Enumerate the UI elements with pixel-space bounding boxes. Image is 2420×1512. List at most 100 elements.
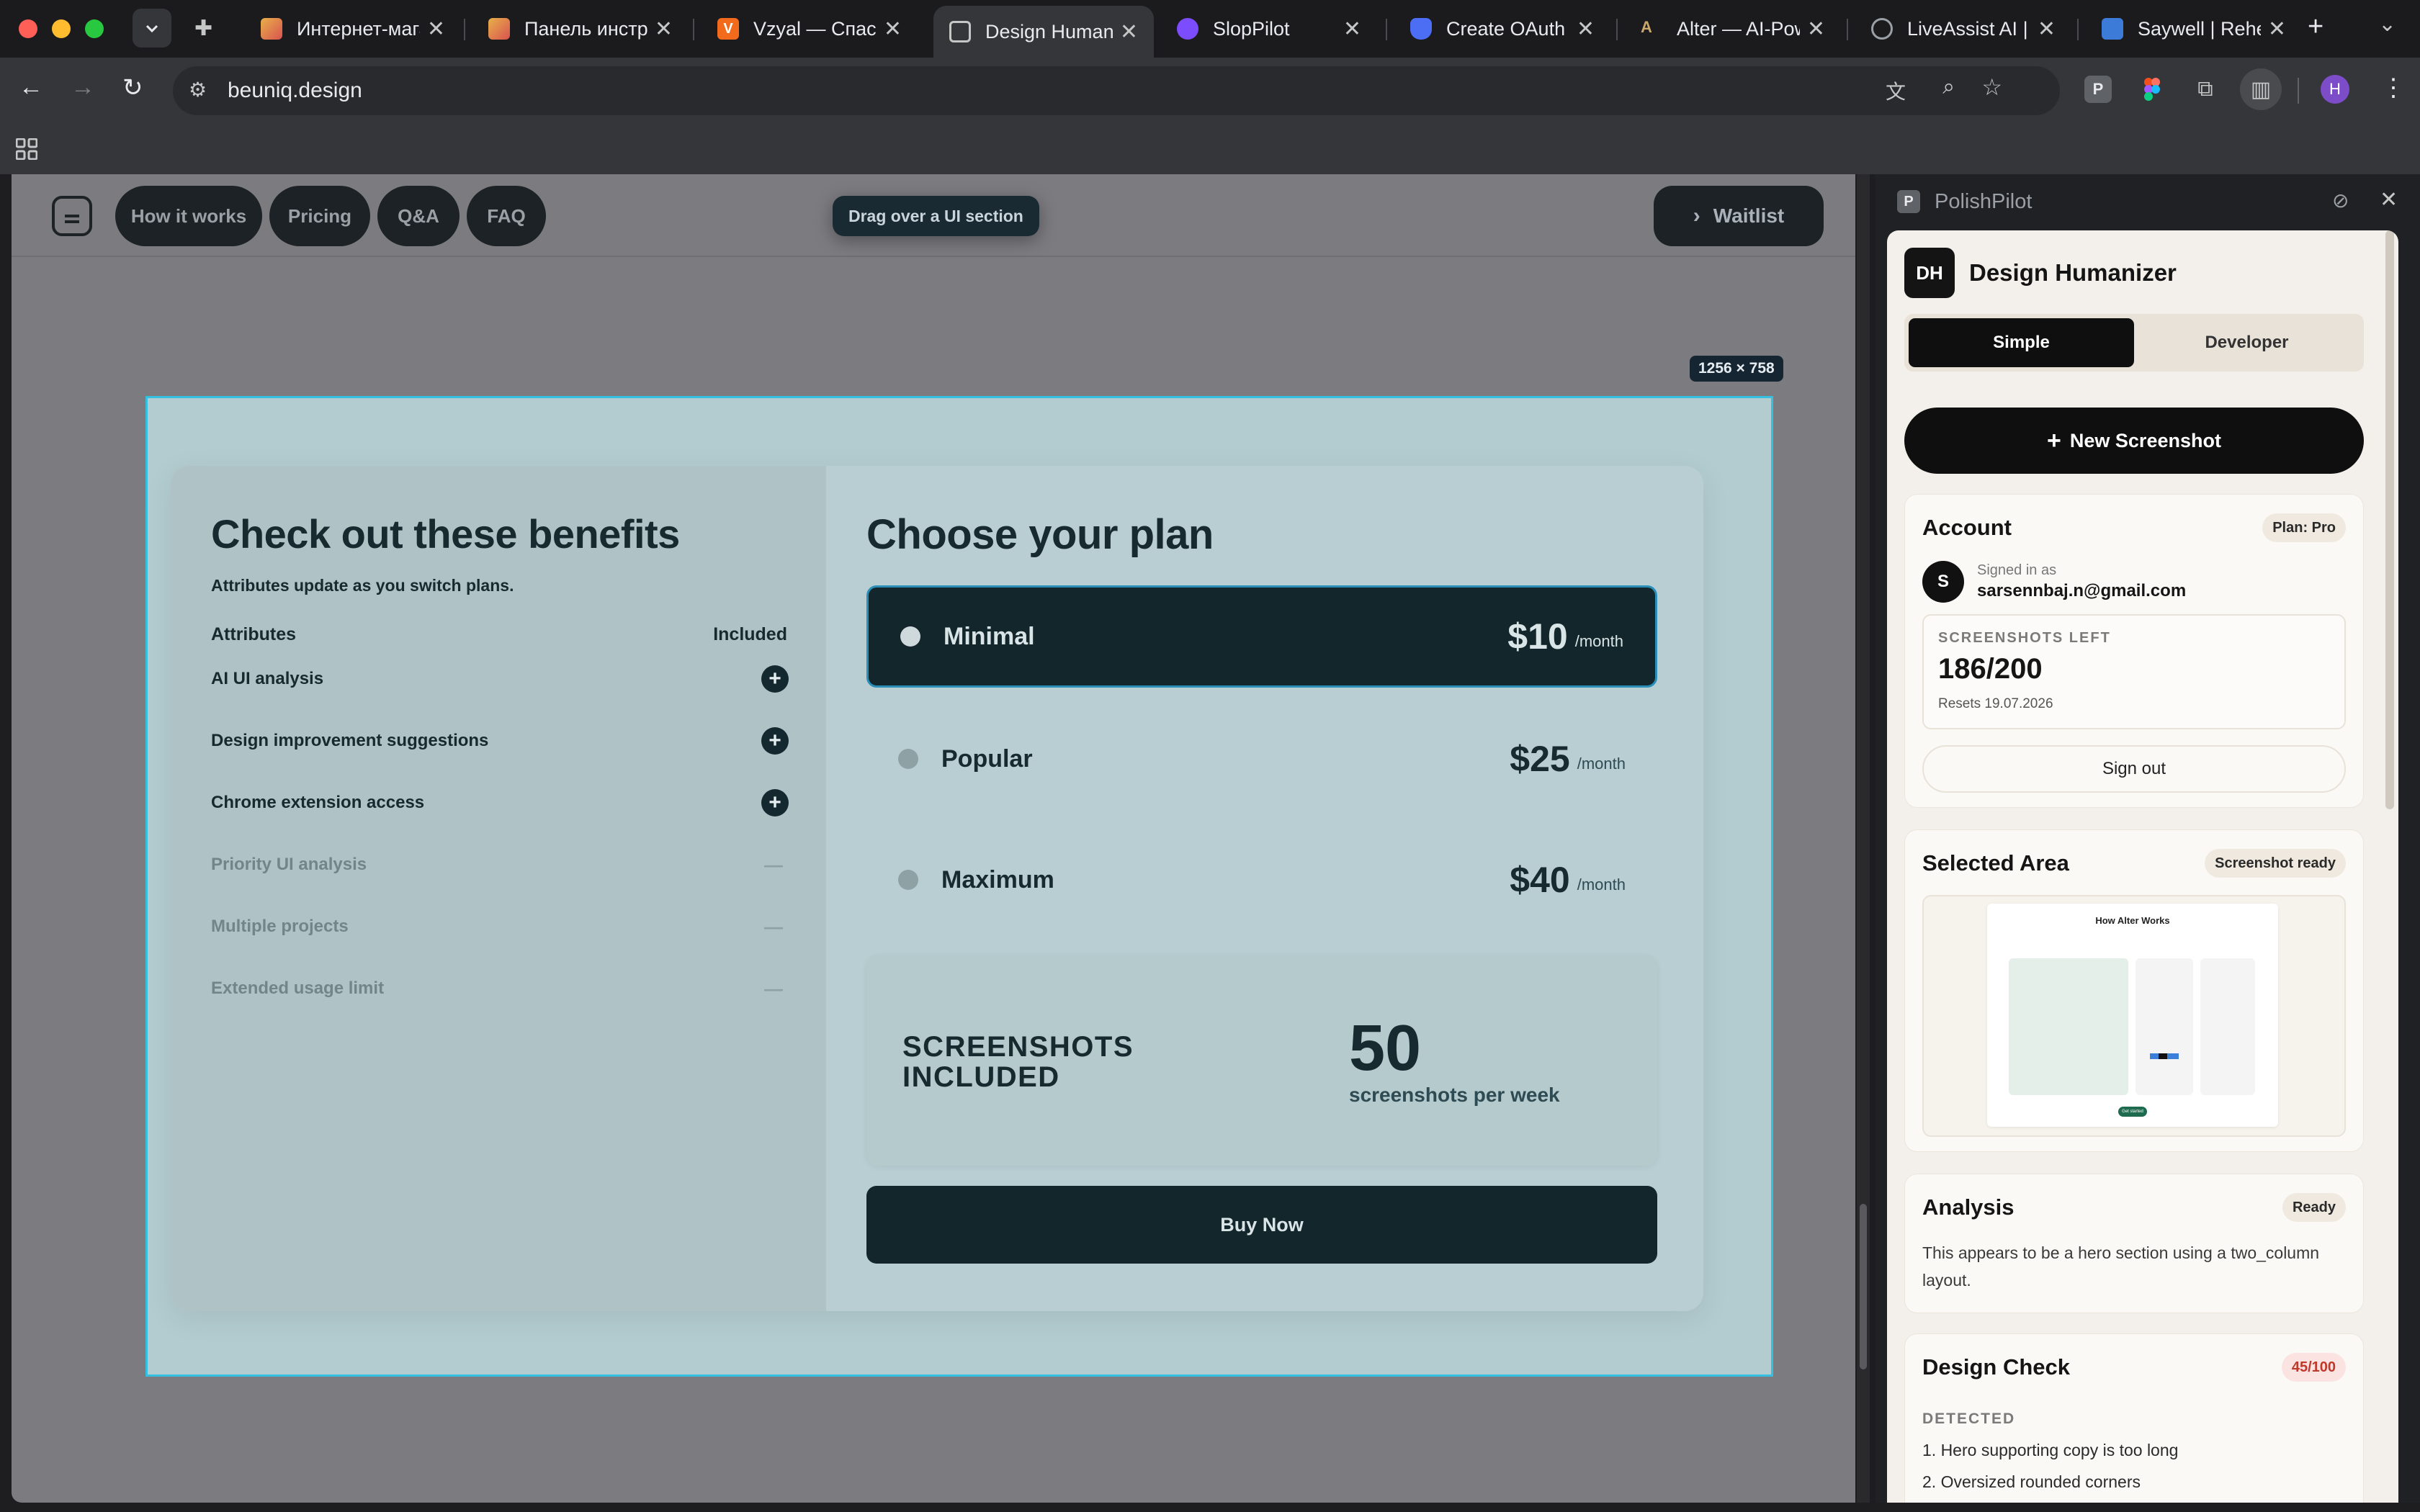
page-scrollbar[interactable] (1857, 174, 1870, 1503)
waitlist-button[interactable]: › Waitlist (1654, 186, 1824, 246)
extensions-puzzle-icon[interactable]: ⧉ (2190, 73, 2221, 105)
back-arrow-icon[interactable]: ← (19, 73, 43, 102)
plan-name: Minimal (944, 622, 1035, 650)
tab-list-chevron-icon[interactable]: ⌄ (2378, 12, 2396, 37)
tab-5[interactable]: Create OAuth c ✕ (1394, 6, 1610, 52)
profile-avatar[interactable]: H (2321, 75, 2349, 104)
buy-now-button[interactable]: Buy Now (866, 1186, 1657, 1264)
url-text[interactable]: beuniq.design (228, 78, 362, 103)
plan-name: Popular (941, 744, 1033, 773)
new-screenshot-label: New Screenshot (2069, 429, 2221, 451)
reload-icon[interactable]: ↻ (122, 73, 143, 102)
user-email: sarsennbaj.n@gmail.com (1977, 581, 2187, 600)
scrollbar-thumb[interactable] (1860, 1204, 1867, 1369)
plus-icon: + (2047, 426, 2061, 454)
detected-label: DETECTED (1922, 1410, 2016, 1427)
attribute-row: Priority UI analysis — (211, 843, 787, 886)
app-logo: DH (1904, 248, 1955, 298)
nav-how-it-works[interactable]: How it works (115, 186, 262, 246)
tab-title: LiveAssist AI | F (1907, 17, 2030, 40)
screenshot-preview[interactable]: How Alter Works Get started (1922, 895, 2346, 1137)
close-tab-icon[interactable]: ✕ (1343, 17, 1361, 42)
polishpilot-icon: P (1897, 190, 1920, 213)
close-tab-icon[interactable]: ✕ (2038, 17, 2056, 42)
extensions-pinned-icon[interactable]: ✚ (194, 16, 212, 41)
address-bar[interactable]: ⚙ beuniq.design 文 ⌕ ☆ (173, 66, 2060, 115)
plan-period: /month (1577, 755, 1626, 773)
panel-scrollbar-thumb[interactable] (2385, 230, 2394, 809)
plan-price: $10 (1507, 616, 1568, 657)
tab-separator (693, 19, 694, 40)
radio-icon (898, 749, 918, 769)
benefits-column: Check out these benefits Attributes upda… (171, 466, 826, 1311)
attribute-label: Extended usage limit (211, 978, 385, 998)
plan-name: Maximum (941, 865, 1054, 894)
screenshot-ready-badge: Screenshot ready (2205, 849, 2346, 878)
nav-pricing[interactable]: Pricing (269, 186, 370, 246)
minimize-window-button[interactable] (52, 19, 71, 38)
globe-icon (1871, 18, 1893, 40)
logo-lines (65, 215, 79, 217)
tab-6[interactable]: A Alter — AI-Pow ✕ (1625, 6, 1841, 52)
selection-overlay[interactable]: Check out these benefits Attributes upda… (145, 396, 1773, 1377)
tab-0[interactable]: Интернет-магаз ✕ (245, 6, 461, 52)
chevron-down-icon (145, 24, 158, 33)
close-panel-icon[interactable]: ✕ (2380, 187, 2398, 212)
account-title: Account (1922, 515, 2012, 540)
waitlist-label: Waitlist (1713, 204, 1785, 227)
close-tab-icon[interactable]: ✕ (427, 17, 445, 42)
nav-faq[interactable]: FAQ (467, 186, 546, 246)
close-window-button[interactable] (19, 19, 37, 38)
new-tab-button[interactable]: + (2308, 12, 2323, 42)
close-tab-icon[interactable]: ✕ (655, 17, 673, 42)
tab-title: Панель инстру (524, 17, 647, 40)
attribute-row: Chrome extension access + (211, 781, 789, 824)
score-badge: 45/100 (2281, 1353, 2346, 1382)
tab-3-active[interactable]: Design Humaniz ✕ (933, 6, 1154, 58)
unpin-icon[interactable]: ⊘ (2332, 189, 2349, 212)
tab-4[interactable]: SlopPilot ✕ (1161, 6, 1377, 52)
pricing-card: Check out these benefits Attributes upda… (171, 466, 1703, 1311)
preview-dots (2150, 1053, 2179, 1059)
new-screenshot-button[interactable]: + New Screenshot (1904, 408, 2364, 474)
polishpilot-extension-icon[interactable]: P (2084, 76, 2112, 103)
nav-qa[interactable]: Q&A (377, 186, 460, 246)
bookmark-star-icon[interactable]: ☆ (1981, 73, 2002, 101)
plan-option-minimal[interactable]: Minimal $10 /month (866, 585, 1657, 688)
apps-grid-icon[interactable] (16, 138, 37, 160)
sign-out-button[interactable]: Sign out (1922, 745, 2346, 793)
attribute-row: AI UI analysis + (211, 657, 789, 701)
tab-search-button[interactable] (133, 9, 171, 48)
tab-2[interactable]: V Vzyal — Спасаем ✕ (702, 6, 918, 52)
tab-favicon (488, 18, 510, 40)
zoom-icon[interactable]: ⌕ (1942, 75, 1955, 99)
mode-developer[interactable]: Developer (2134, 318, 2360, 367)
benefits-title: Check out these benefits (211, 511, 680, 557)
app-header: DH Design Humanizer (1904, 248, 2177, 298)
figma-icon[interactable] (2136, 73, 2168, 105)
plan-price: $40 (1510, 860, 1570, 900)
site-logo-icon[interactable] (52, 196, 92, 236)
close-tab-icon[interactable]: ✕ (1120, 19, 1138, 45)
tab-8[interactable]: Saywell | Rehea ✕ (2086, 6, 2302, 52)
analysis-card: Analysis Ready This appears to be a hero… (1904, 1174, 2364, 1313)
mode-simple[interactable]: Simple (1909, 318, 2134, 367)
maximize-window-button[interactable] (85, 19, 104, 38)
forward-arrow-icon[interactable]: → (71, 73, 95, 102)
tab-1[interactable]: Панель инстру ✕ (472, 6, 689, 52)
translate-icon[interactable]: 文 (1886, 76, 1906, 105)
close-tab-icon[interactable]: ✕ (884, 17, 902, 42)
side-panel: P PolishPilot ⊘ ✕ DH Design Humanizer Si… (1876, 174, 2420, 1503)
close-tab-icon[interactable]: ✕ (1577, 17, 1595, 42)
site-settings-icon[interactable]: ⚙ (189, 78, 207, 102)
plan-option-maximum[interactable]: Maximum $40 /month (866, 829, 1657, 931)
tab-title: Vzyal — Спасаем (753, 17, 877, 40)
drag-tooltip: Drag over a UI section (833, 196, 1039, 236)
close-tab-icon[interactable]: ✕ (1807, 17, 1825, 42)
plan-option-popular[interactable]: Popular $25 /month (866, 708, 1657, 810)
more-menu-icon[interactable]: ⋮ (2381, 73, 2406, 102)
side-panel-icon[interactable]: ▥ (2240, 68, 2282, 110)
close-tab-icon[interactable]: ✕ (2268, 17, 2286, 42)
preview-button: Get started (2118, 1107, 2147, 1117)
tab-7[interactable]: LiveAssist AI | F ✕ (1855, 6, 2071, 52)
